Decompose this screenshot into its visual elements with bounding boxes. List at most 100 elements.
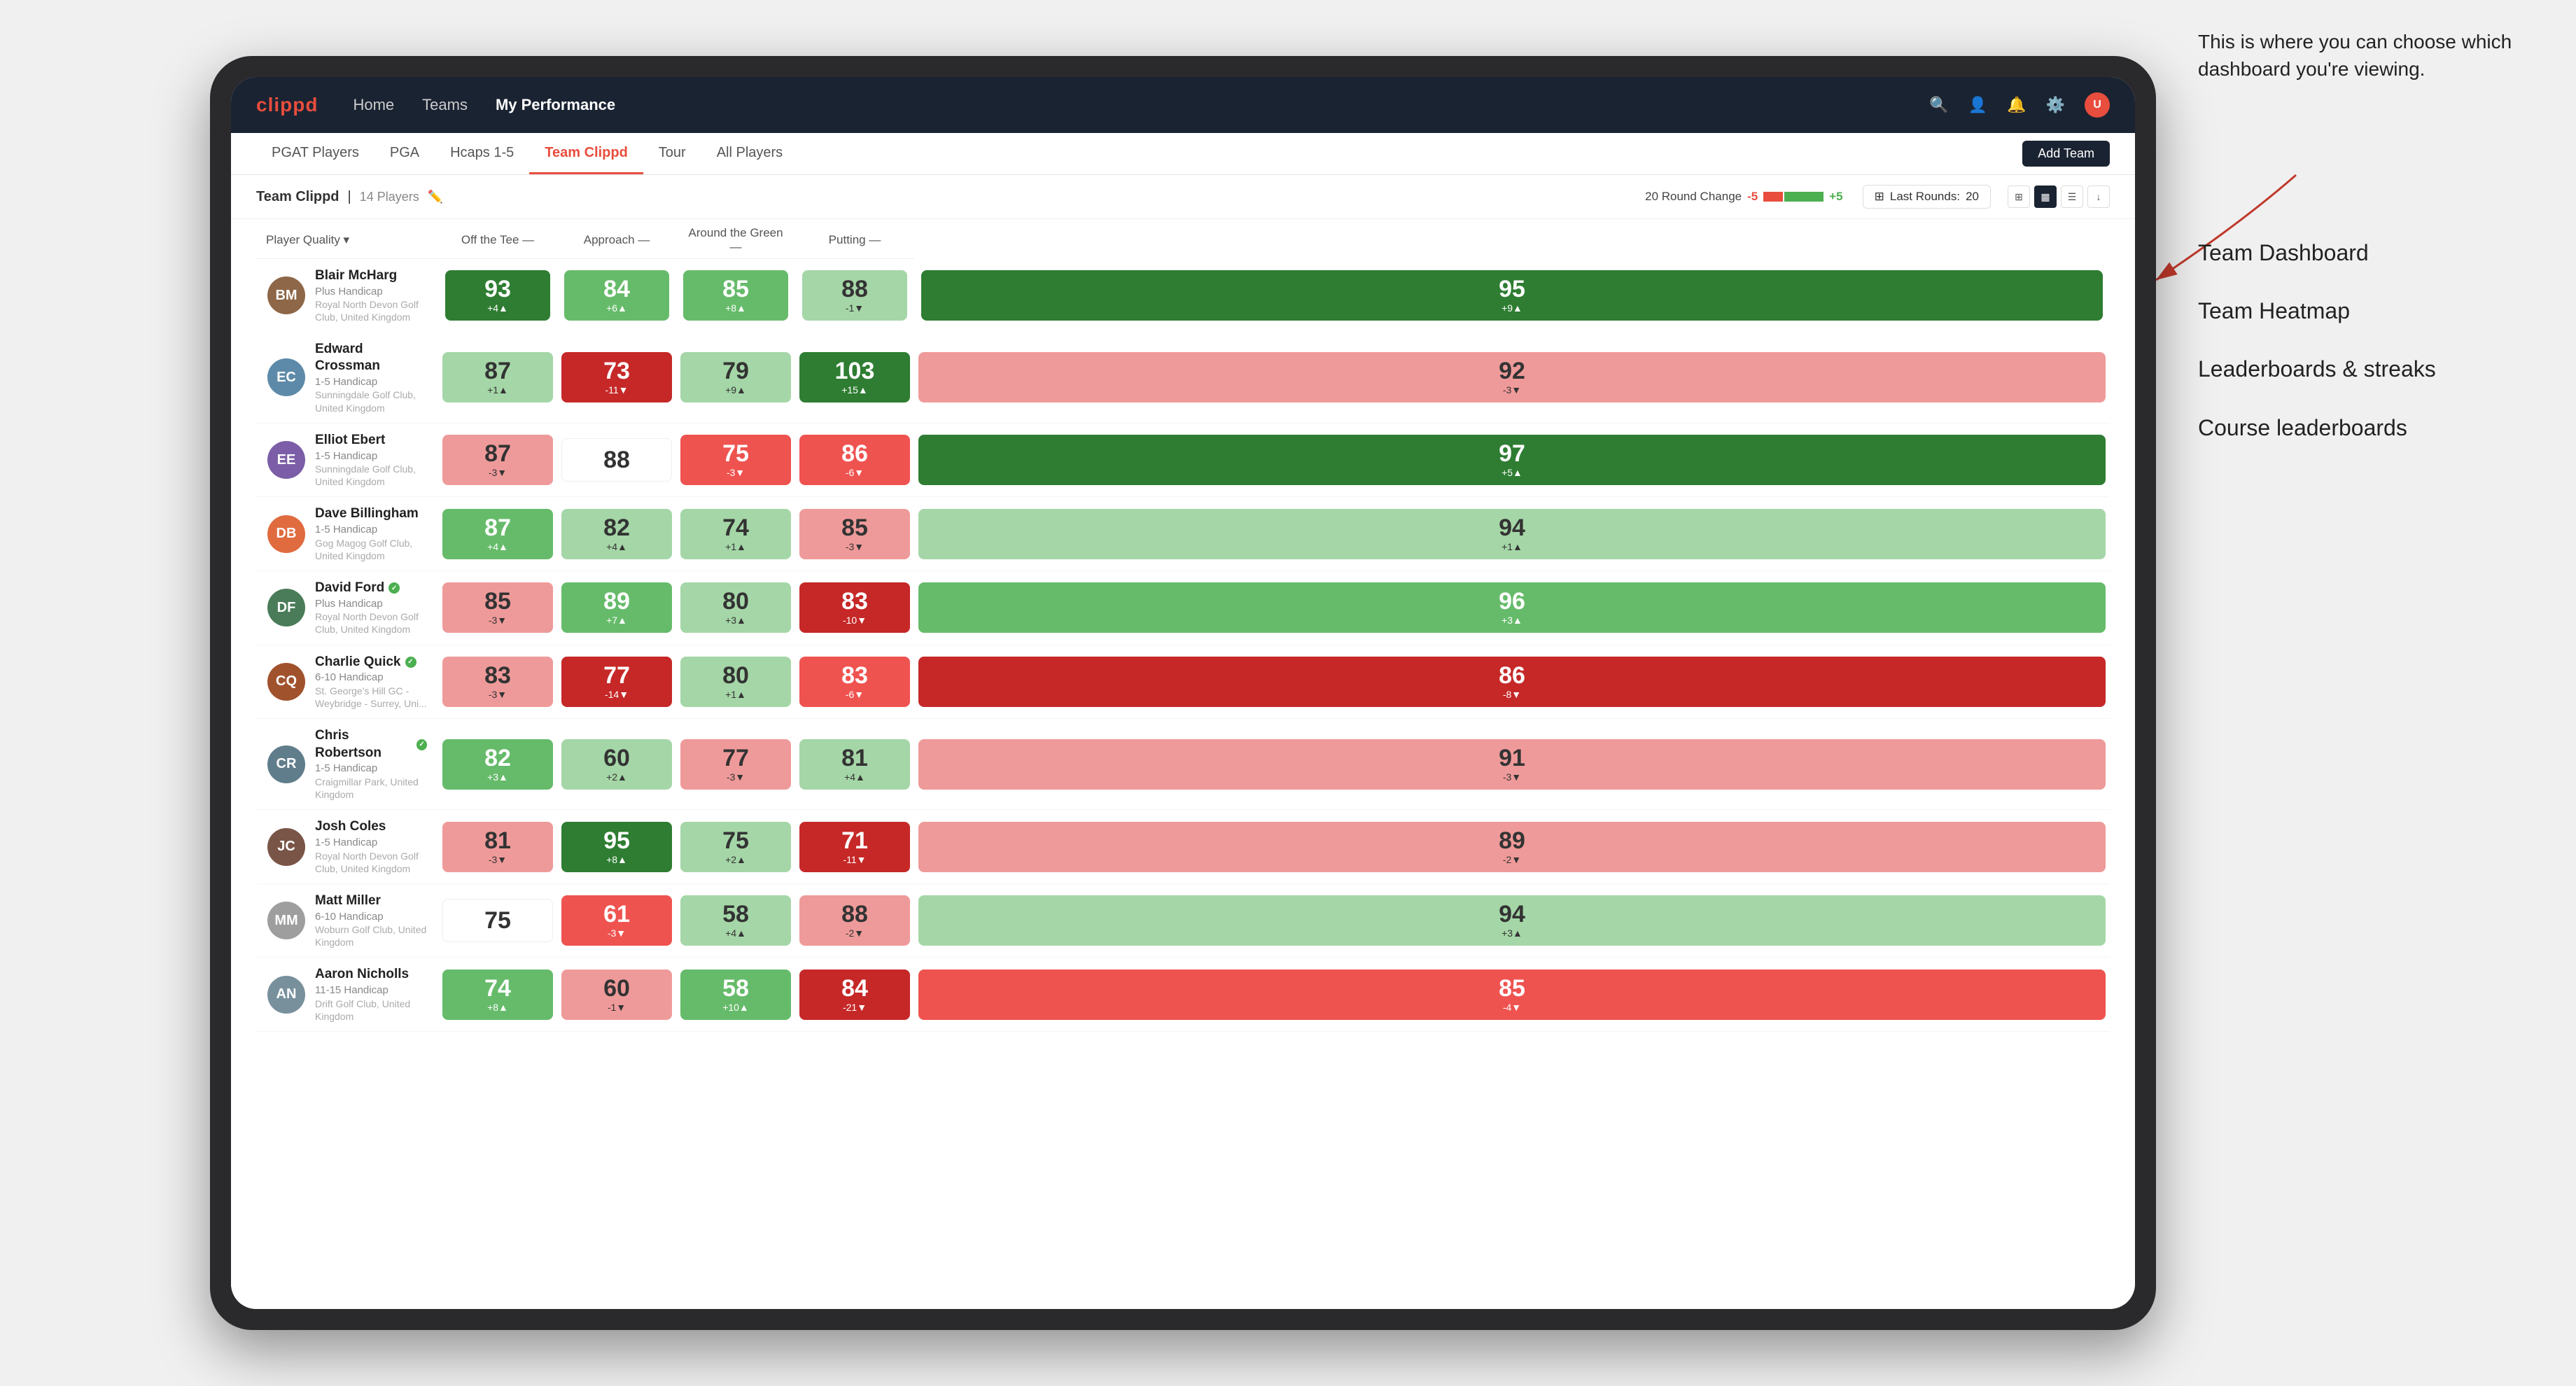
player-info: JC Josh Coles 1-5 Handicap Royal North D… — [267, 813, 427, 881]
score-value: 87 — [484, 516, 511, 540]
list-view-button[interactable]: ☰ — [2061, 186, 2083, 208]
profile-icon[interactable]: 👤 — [1968, 96, 1987, 114]
score-change: +15▲ — [841, 384, 868, 396]
export-button[interactable]: ↓ — [2087, 186, 2110, 208]
player-avatar: EC — [267, 358, 305, 396]
score-box: 58 +10▲ — [680, 969, 791, 1020]
player-cell-0[interactable]: BM Blair McHarg Plus Handicap Royal Nort… — [256, 259, 438, 332]
score-value: 81 — [841, 746, 868, 770]
table-row: MM Matt Miller 6-10 Handicap Woburn Golf… — [256, 883, 2110, 958]
round-change-pos: +5 — [1829, 190, 1842, 204]
settings-icon[interactable]: ⚙️ — [2046, 96, 2065, 114]
player-cell-1[interactable]: EC Edward Crossman 1-5 Handicap Sunningd… — [256, 332, 438, 424]
player-details: Edward Crossman 1-5 Handicap Sunningdale… — [315, 341, 427, 414]
score-value: 83 — [484, 664, 511, 687]
sub-nav-pga[interactable]: PGA — [374, 133, 435, 174]
score-box: 94 +3▲ — [918, 895, 2106, 946]
last-rounds-button[interactable]: ⊞ Last Rounds: 20 — [1863, 185, 1991, 209]
add-team-button[interactable]: Add Team — [2022, 141, 2110, 167]
score-box: 61 -3▼ — [561, 895, 672, 946]
score-box: 89 -2▼ — [918, 822, 2106, 872]
sub-nav-hcaps[interactable]: Hcaps 1-5 — [435, 133, 529, 174]
player-club: Royal North Devon Golf Club, United King… — [315, 850, 427, 875]
tablet-screen: clippd Home Teams My Performance 🔍 👤 🔔 ⚙… — [231, 77, 2135, 1309]
sub-nav-pgat[interactable]: PGAT Players — [256, 133, 374, 174]
player-cell-9[interactable]: AN Aaron Nicholls 11-15 Handicap Drift G… — [256, 958, 438, 1032]
player-cell-5[interactable]: CQ Charlie Quick ✓ 6-10 Handicap St. Geo… — [256, 645, 438, 719]
dashboard-options-list: Team Dashboard Team Heatmap Leaderboards… — [2198, 224, 2534, 457]
score-cell-player_quality: 75 — [438, 883, 557, 958]
score-value: 75 — [722, 442, 749, 465]
col-header-around-green: Around the Green — — [676, 219, 795, 259]
score-change: +8▲ — [606, 854, 627, 865]
score-box: 88 -2▼ — [799, 895, 910, 946]
nav-link-my-performance[interactable]: My Performance — [496, 96, 615, 114]
score-box: 71 -11▼ — [799, 822, 910, 872]
score-cell-off_tee: 82 +4▲ — [557, 497, 676, 571]
search-icon[interactable]: 🔍 — [1929, 96, 1948, 114]
nav-link-home[interactable]: Home — [353, 96, 394, 114]
sub-nav-tour[interactable]: Tour — [643, 133, 701, 174]
player-info: EE Elliot Ebert 1-5 Handicap Sunningdale… — [267, 426, 427, 494]
player-details: Chris Robertson ✓ 1-5 Handicap Craigmill… — [315, 727, 427, 801]
player-details: Aaron Nicholls 11-15 Handicap Drift Golf… — [315, 966, 427, 1023]
score-box: 85 +8▲ — [683, 270, 788, 321]
score-change: -14▼ — [605, 689, 629, 700]
player-name: Dave Billingham — [315, 505, 427, 523]
score-change: +4▲ — [487, 541, 508, 552]
sub-nav-all-players[interactable]: All Players — [701, 133, 798, 174]
score-change: -2▼ — [1503, 854, 1521, 865]
score-cell-approach: 58 +4▲ — [676, 883, 795, 958]
score-cell-approach: 75 -3▼ — [676, 423, 795, 497]
score-change: +3▲ — [1502, 927, 1522, 939]
sub-nav-team-clippd[interactable]: Team Clippd — [529, 133, 643, 174]
col-header-off-tee: Off the Tee — — [438, 219, 557, 259]
score-cell-player_quality: 83 -3▼ — [438, 645, 557, 719]
nav-link-teams[interactable]: Teams — [422, 96, 468, 114]
annotation-description: This is where you can choose which dashb… — [2198, 28, 2534, 83]
score-change: -3▼ — [608, 927, 626, 939]
player-handicap: 6-10 Handicap — [315, 671, 427, 685]
score-change: -6▼ — [846, 689, 864, 700]
annotation-area: This is where you can choose which dashb… — [2198, 28, 2534, 97]
team-header-row: Team Clippd | 14 Players ✏️ 20 Round Cha… — [231, 175, 2135, 219]
score-cell-putting: 89 -2▼ — [914, 810, 2110, 884]
score-change: -3▼ — [489, 467, 507, 478]
score-box: 87 +1▲ — [442, 352, 553, 402]
score-cell-around_green: 83 -6▼ — [795, 645, 914, 719]
score-cell-approach: 77 -3▼ — [676, 719, 795, 810]
player-cell-8[interactable]: MM Matt Miller 6-10 Handicap Woburn Golf… — [256, 883, 438, 958]
score-value: 82 — [484, 746, 511, 770]
heatmap-view-button[interactable]: ▦ — [2034, 186, 2057, 208]
table-wrapper: Player Quality ▾ Off the Tee — Approach … — [231, 219, 2135, 1057]
score-box: 74 +8▲ — [442, 969, 553, 1020]
score-box: 82 +4▲ — [561, 509, 672, 559]
grid-view-button[interactable]: ⊞ — [2008, 186, 2030, 208]
user-avatar[interactable]: U — [2085, 92, 2110, 118]
score-change: -8▼ — [1503, 689, 1521, 700]
score-change: -3▼ — [1503, 384, 1521, 396]
edit-icon[interactable]: ✏️ — [428, 190, 443, 204]
player-cell-4[interactable]: DF David Ford ✓ Plus Handicap Royal Nort… — [256, 570, 438, 645]
bell-icon[interactable]: 🔔 — [2007, 96, 2026, 114]
score-value: 84 — [603, 277, 630, 301]
player-name: David Ford ✓ — [315, 580, 427, 597]
score-box: 83 -10▼ — [799, 582, 910, 633]
table-row: DF David Ford ✓ Plus Handicap Royal Nort… — [256, 570, 2110, 645]
score-box: 88 -1▼ — [802, 270, 907, 321]
player-club: Royal North Devon Golf Club, United King… — [315, 610, 427, 636]
score-change: -2▼ — [846, 927, 864, 939]
player-cell-3[interactable]: DB Dave Billingham 1-5 Handicap Gog Mago… — [256, 497, 438, 571]
score-change: +6▲ — [606, 302, 627, 314]
score-value: 80 — [722, 664, 749, 687]
score-value: 85 — [1499, 976, 1525, 1000]
score-change: -3▼ — [846, 541, 864, 552]
top-nav: clippd Home Teams My Performance 🔍 👤 🔔 ⚙… — [231, 77, 2135, 133]
player-details: Matt Miller 6-10 Handicap Woburn Golf Cl… — [315, 892, 427, 949]
player-cell-2[interactable]: EE Elliot Ebert 1-5 Handicap Sunningdale… — [256, 423, 438, 497]
score-value: 97 — [1499, 442, 1525, 465]
player-cell-6[interactable]: CR Chris Robertson ✓ 1-5 Handicap Craigm… — [256, 719, 438, 810]
player-info: DF David Ford ✓ Plus Handicap Royal Nort… — [267, 574, 427, 642]
player-cell-7[interactable]: JC Josh Coles 1-5 Handicap Royal North D… — [256, 810, 438, 884]
score-cell-off_tee: 77 -14▼ — [557, 645, 676, 719]
